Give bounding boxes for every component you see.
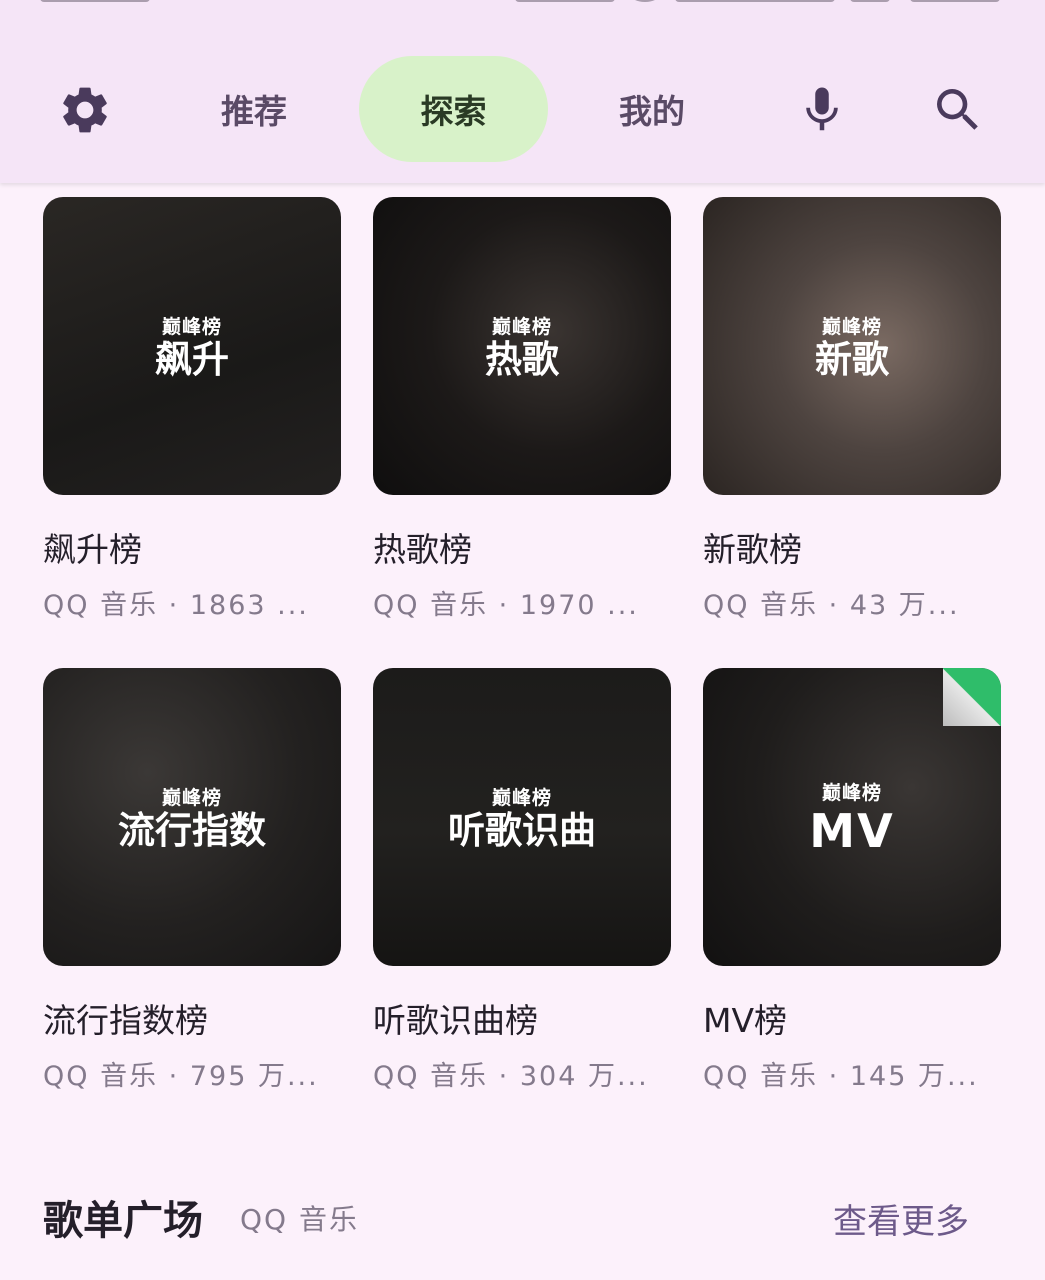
chart-name: 流行指数榜 [43, 1001, 208, 1040]
chart-brand-logo: 巅峰榜 [161, 787, 222, 810]
chart-name: 听歌识曲榜 [373, 1001, 538, 1040]
chart-cover-title: 热歌 [485, 338, 559, 382]
chart-name: 飙升榜 [43, 530, 142, 569]
chart-card-popularity[interactable]: 巅峰榜 流行指数 流行指数榜 QQ 音乐 · 795 万... [43, 668, 341, 1093]
chart-card-mv[interactable]: 巅峰榜 MV MV榜 QQ 音乐 · 145 万... [703, 668, 1001, 1093]
see-more-link[interactable]: 查看更多 [833, 1194, 969, 1243]
status-bar [0, 0, 1045, 2]
chart-cover: 巅峰榜 MV [703, 668, 1001, 966]
corner-ribbon [943, 668, 1001, 726]
chart-cover: 巅峰榜 流行指数 [43, 668, 341, 966]
chart-subtitle: QQ 音乐 · 145 万... [703, 1061, 979, 1092]
chart-cover-title: 飙升 [155, 338, 229, 382]
chart-brand-logo: 巅峰榜 [491, 787, 552, 810]
chart-card-hot[interactable]: 巅峰榜 热歌 热歌榜 QQ 音乐 · 1970 ... [373, 197, 671, 622]
chart-name: MV榜 [703, 1001, 788, 1040]
voice-search-button[interactable] [782, 70, 862, 150]
chart-brand-logo: 巅峰榜 [491, 316, 552, 339]
chart-cover: 巅峰榜 飙升 [43, 197, 341, 495]
chart-card-new[interactable]: 巅峰榜 新歌 新歌榜 QQ 音乐 · 43 万... [703, 197, 1001, 622]
playlist-plaza-section: 歌单广场 QQ 音乐 查看更多 [43, 1186, 983, 1250]
chart-name: 新歌榜 [703, 530, 802, 569]
section-title: 歌单广场 [43, 1198, 203, 1244]
search-button[interactable] [918, 70, 998, 150]
chart-subtitle: QQ 音乐 · 304 万... [373, 1061, 649, 1092]
chart-card-song-recognition[interactable]: 巅峰榜 听歌识曲 听歌识曲榜 QQ 音乐 · 304 万... [373, 668, 671, 1093]
chart-cover-title: MV [809, 804, 895, 859]
chart-subtitle: QQ 音乐 · 43 万... [703, 590, 960, 621]
section-source: QQ 音乐 [240, 1203, 359, 1236]
search-icon [937, 89, 978, 130]
chart-cover: 巅峰榜 热歌 [373, 197, 671, 495]
chart-subtitle: QQ 音乐 · 795 万... [43, 1061, 319, 1092]
tab-mine[interactable]: 我的 [578, 56, 726, 162]
chart-brand-logo: 巅峰榜 [821, 782, 882, 805]
chart-subtitle: QQ 音乐 · 1970 ... [373, 590, 639, 621]
chart-subtitle: QQ 音乐 · 1863 ... [43, 590, 309, 621]
chart-cover-title: 听歌识曲 [448, 809, 596, 853]
microphone-icon [806, 87, 838, 131]
top-app-bar: 推荐 探索 我的 [0, 0, 1045, 183]
gear-icon [63, 87, 107, 133]
tab-recommend[interactable]: 推荐 [180, 56, 328, 162]
chart-cover: 巅峰榜 听歌识曲 [373, 668, 671, 966]
chart-cover-title: 流行指数 [118, 809, 266, 853]
settings-button[interactable] [45, 70, 125, 150]
chart-cover-title: 新歌 [815, 338, 889, 382]
tab-explore[interactable]: 探索 [359, 56, 548, 162]
chart-brand-logo: 巅峰榜 [821, 316, 882, 339]
chart-name: 热歌榜 [373, 530, 472, 569]
chart-cover: 巅峰榜 新歌 [703, 197, 1001, 495]
chart-brand-logo: 巅峰榜 [161, 316, 222, 339]
chart-card-soaring[interactable]: 巅峰榜 飙升 飙升榜 QQ 音乐 · 1863 ... [43, 197, 341, 622]
